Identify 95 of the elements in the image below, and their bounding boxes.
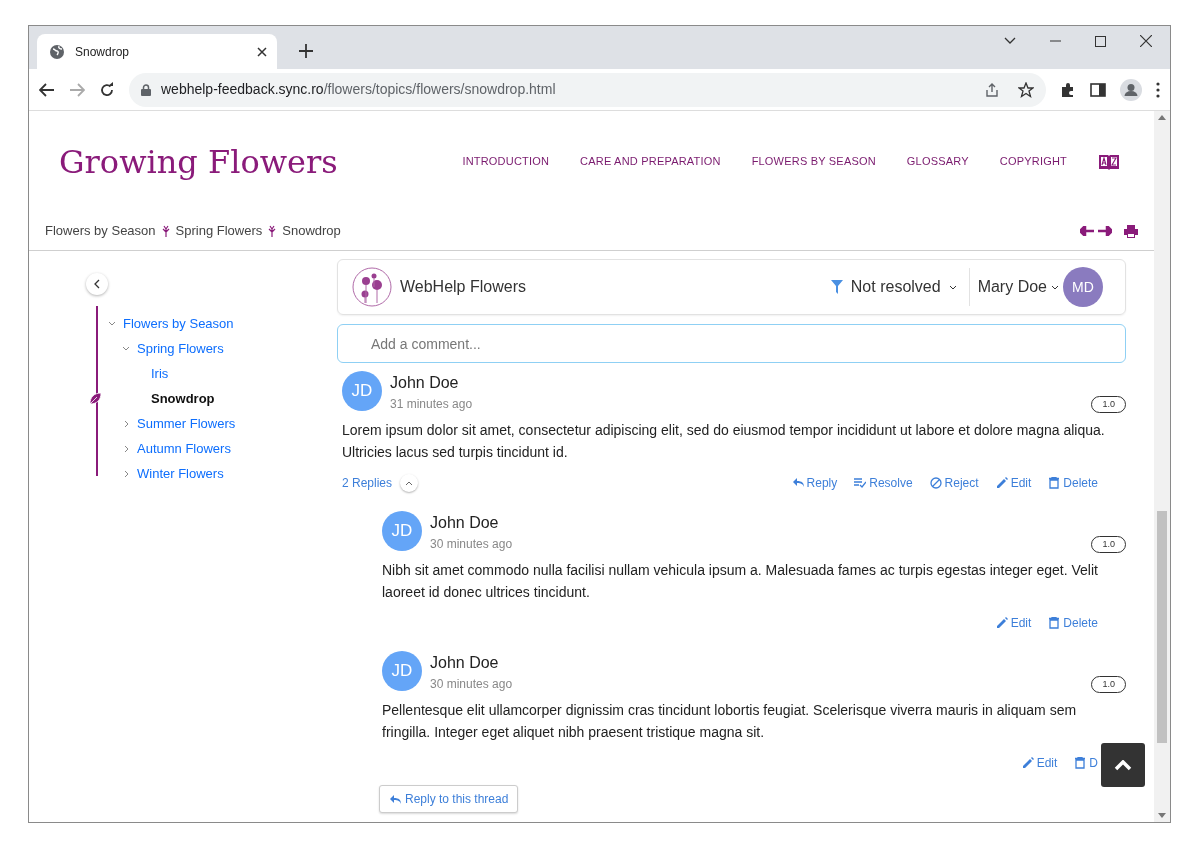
comment-text: Pellentesque elit ullamcorper dignissim cras tincidunt lobortis feugiat. Scelerisque viverra mauris in aliquam sem fringilla. Integer eget aliquet nibh praesent tristique magna sit. <box>382 701 1078 742</box>
author-name: John Doe <box>390 373 460 393</box>
nav-link[interactable]: FLOWERS BY SEASON <box>751 153 876 170</box>
author-name: John Doe <box>430 653 500 673</box>
chevron-down-icon <box>948 284 957 290</box>
author-name: John Doe <box>430 513 500 533</box>
pencil-icon <box>995 617 1008 629</box>
chevron-left-icon <box>94 279 100 289</box>
comment-field[interactable]: Add a comment... <box>337 324 1126 363</box>
side-panel-icon[interactable] <box>1090 82 1106 97</box>
reply-arrow-icon <box>389 794 401 804</box>
scrollbar-thumb[interactable] <box>1157 511 1167 743</box>
prohibited-icon <box>929 477 942 489</box>
reject-button[interactable]: Reject <box>929 474 979 492</box>
funnel-icon <box>830 280 843 294</box>
address-bar[interactable]: webhelp-feedback.sync.ro/flowers/topics/flowers/snowdrop.html <box>129 72 1046 107</box>
site-title[interactable]: Growing Flowers <box>59 137 338 186</box>
profile-icon[interactable] <box>1120 78 1142 101</box>
reply-arrow-icon <box>791 477 804 489</box>
breadcrumb-link[interactable]: Spring Flowers <box>175 221 263 241</box>
edit-button[interactable]: Edit <box>995 614 1032 632</box>
globe-icon <box>49 43 65 60</box>
trash-icon <box>1048 617 1061 629</box>
checklist-icon <box>854 477 867 489</box>
tab-title: Snowdrop <box>75 43 131 61</box>
back-arrow-icon[interactable] <box>39 82 55 97</box>
trash-icon <box>1048 477 1061 489</box>
left-arrow-icon[interactable] <box>1080 226 1094 236</box>
right-arrow-icon[interactable] <box>1098 226 1112 236</box>
print-icon[interactable] <box>1124 224 1138 238</box>
reply-button[interactable]: Reply <box>791 474 838 492</box>
delete-button[interactable]: D <box>1074 754 1098 772</box>
chevron-right-icon[interactable] <box>123 469 129 478</box>
tree-item[interactable]: Flowers by Season <box>123 313 234 334</box>
share-icon[interactable] <box>984 81 1000 98</box>
replies-link[interactable]: 2 Replies <box>342 474 393 492</box>
comment-text: Lorem ipsum dolor sit amet, consectetur adipiscing elit, sed do eiusmod tempor incididunt ut labore et dolore magna aliqua. Ultricies lacus sed turpis tincidunt id. <box>342 421 1106 462</box>
nav-link[interactable]: COPYRIGHT <box>999 153 1067 170</box>
scrollbar[interactable] <box>1154 111 1170 822</box>
tree-item[interactable]: Summer Flowers <box>137 413 236 434</box>
breadcrumb-link[interactable]: Snowdrop <box>282 221 341 241</box>
edit-button[interactable]: Edit <box>995 474 1032 492</box>
chevron-up-icon <box>405 480 414 486</box>
delete-button[interactable]: Delete <box>1048 474 1098 492</box>
maximize-icon[interactable] <box>1095 35 1106 47</box>
reply-thread-button[interactable]: Reply to this thread <box>379 785 519 813</box>
close-icon[interactable] <box>257 46 267 57</box>
flower-logo-icon <box>352 267 392 307</box>
user-avatar: JD <box>342 371 382 411</box>
back-to-top-button[interactable] <box>1101 743 1145 787</box>
resolve-button[interactable]: Resolve <box>854 474 913 492</box>
site-name: WebHelp Flowers <box>400 277 526 297</box>
new-tab-icon[interactable] <box>299 44 313 58</box>
nav-link[interactable]: GLOSSARY <box>906 153 969 170</box>
tree-item[interactable]: Snowdrop <box>151 388 215 409</box>
reload-icon[interactable] <box>99 81 115 98</box>
tree-item[interactable]: Autumn Flowers <box>137 438 231 459</box>
user-menu[interactable]: Mary Doe <box>977 275 1059 299</box>
more-icon[interactable] <box>1156 81 1160 98</box>
nav-link[interactable]: INTRODUCTION <box>462 153 550 170</box>
lock-icon <box>141 83 151 96</box>
puzzle-icon[interactable] <box>1060 81 1076 98</box>
sprout-icon <box>161 225 170 237</box>
pencil-icon <box>995 477 1008 489</box>
comment-time: 30 minutes ago <box>430 676 514 693</box>
chevron-up-icon <box>1114 759 1132 771</box>
tree-item[interactable]: Spring Flowers <box>137 338 224 359</box>
comment-time: 31 minutes ago <box>390 396 474 413</box>
chevron-right-icon[interactable] <box>123 444 129 453</box>
tree-item[interactable]: Winter Flowers <box>137 463 224 484</box>
filter-dropdown[interactable]: Not resolved <box>830 268 970 306</box>
comment-time: 30 minutes ago <box>430 536 514 553</box>
delete-button[interactable]: Delete <box>1048 614 1098 632</box>
leaf-icon <box>89 392 102 405</box>
toggle-replies-button[interactable] <box>400 474 419 492</box>
scroll-down-icon[interactable] <box>1158 813 1166 818</box>
breadcrumb-link[interactable]: Flowers by Season <box>45 221 156 241</box>
trash-icon <box>1074 757 1087 769</box>
pencil-icon <box>1021 757 1034 769</box>
sprout-icon <box>268 225 277 237</box>
nav-link[interactable]: CARE AND PREPARATION <box>580 153 721 170</box>
chevron-right-icon[interactable] <box>123 419 129 428</box>
star-icon[interactable] <box>1018 81 1034 98</box>
chevron-down-icon[interactable] <box>1004 37 1016 45</box>
browser-tab[interactable]: Snowdrop <box>37 34 277 69</box>
user-avatar: MD <box>1063 267 1103 307</box>
edit-button[interactable]: Edit <box>1021 754 1058 772</box>
user-avatar: JD <box>382 511 422 551</box>
tree-item[interactable]: Iris <box>151 363 169 384</box>
user-avatar: JD <box>382 651 422 691</box>
comment-text: Nibh sit amet commodo nulla facilisi nullam vehicula ipsum a. Malesuada fames ac turpis egestas integer eget. Velit laoreet id donec ultrices tincidunt. <box>382 561 1099 602</box>
chevron-down-icon <box>1051 284 1059 290</box>
book-icon[interactable] <box>1098 153 1120 170</box>
close-icon[interactable] <box>1140 35 1152 47</box>
scroll-up-icon[interactable] <box>1158 115 1166 120</box>
